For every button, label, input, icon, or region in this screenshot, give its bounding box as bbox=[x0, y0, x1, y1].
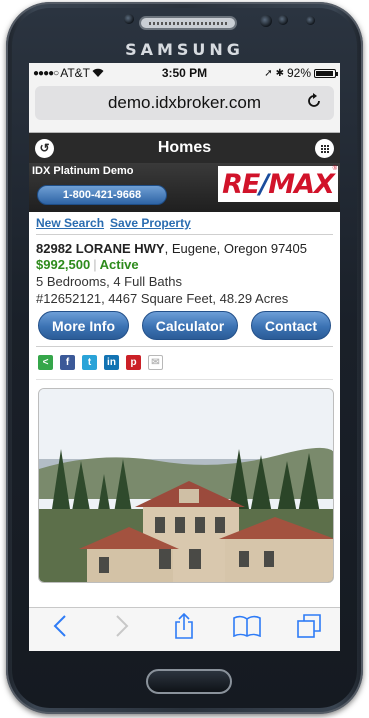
front-camera bbox=[260, 15, 272, 27]
listing-links: New Search Save Property bbox=[36, 216, 333, 235]
more-info-button[interactable]: More Info bbox=[38, 311, 129, 340]
remax-logo: RE/MAX ® bbox=[218, 166, 338, 202]
call-phone-button[interactable]: 1-800-421-9668 bbox=[37, 185, 167, 205]
linkedin-icon[interactable]: in bbox=[104, 355, 119, 370]
url-text: demo.idxbroker.com bbox=[107, 93, 262, 112]
bluetooth-icon: ✱ bbox=[275, 67, 284, 79]
battery-icon bbox=[314, 68, 338, 78]
device-brand: SAMSUNG bbox=[125, 40, 244, 59]
new-search-link[interactable]: New Search bbox=[36, 216, 104, 230]
contact-button[interactable]: Contact bbox=[250, 311, 331, 340]
listing-details: New Search Save Property 82982 LORANE HW… bbox=[29, 212, 340, 583]
listing-status: Active bbox=[99, 257, 139, 272]
browser-toolbar bbox=[29, 607, 340, 651]
listing-price: $992,500 bbox=[36, 257, 91, 272]
back-circle-icon[interactable]: ↺ bbox=[35, 139, 54, 158]
signal-icon: ●●●●○ bbox=[33, 67, 59, 79]
home-button[interactable] bbox=[146, 669, 232, 694]
agent-name: IDX Platinum Demo bbox=[32, 165, 134, 177]
forward-icon[interactable] bbox=[102, 614, 142, 645]
notification-led bbox=[306, 16, 315, 25]
listing-address: 82982 LORANE HWY, Eugene, Oregon 97405 bbox=[36, 241, 333, 256]
listing-meta: #12652121, 4467 Square Feet, 48.29 Acres bbox=[36, 291, 289, 306]
price-status-row: $992,500 | Active bbox=[36, 257, 139, 272]
calculator-button[interactable]: Calculator bbox=[141, 311, 239, 340]
clock: 3:50 PM bbox=[161, 66, 208, 80]
proximity-sensor bbox=[124, 14, 134, 24]
agent-banner: IDX Platinum Demo 1-800-421-9668 RE/MAX … bbox=[29, 163, 340, 212]
street-address: 82982 LORANE HWY bbox=[36, 241, 165, 256]
earpiece-speaker bbox=[139, 16, 237, 30]
page-title: Homes bbox=[157, 139, 212, 156]
action-buttons: More Info Calculator Contact bbox=[36, 311, 333, 347]
location-icon: ➚ bbox=[264, 67, 273, 79]
share-bar: < f t in p ✉ bbox=[36, 347, 333, 380]
save-property-link[interactable]: Save Property bbox=[110, 216, 191, 230]
city-state-zip: , Eugene, Oregon 97405 bbox=[164, 241, 307, 256]
carrier-label: AT&T bbox=[60, 66, 90, 80]
pinterest-icon[interactable]: p bbox=[126, 355, 141, 370]
back-icon[interactable] bbox=[40, 614, 80, 645]
browser-chrome: demo.idxbroker.com bbox=[29, 83, 340, 133]
status-bar: ●●●●○ AT&T 3:50 PM ➚ ✱ 92% bbox=[29, 63, 340, 83]
twitter-icon[interactable]: t bbox=[82, 355, 97, 370]
tabs-icon[interactable] bbox=[289, 614, 329, 645]
battery-percent: 92% bbox=[286, 66, 311, 80]
facebook-icon[interactable]: f bbox=[60, 355, 75, 370]
email-icon[interactable]: ✉ bbox=[148, 355, 163, 370]
beds-baths: 5 Bedrooms, 4 Full Baths bbox=[36, 274, 182, 289]
share-icon[interactable] bbox=[164, 612, 204, 646]
light-sensor bbox=[278, 15, 288, 25]
phone-screen: ●●●●○ AT&T 3:50 PM ➚ ✱ 92% demo.idxbroke… bbox=[29, 63, 340, 651]
bookmarks-icon[interactable] bbox=[227, 615, 267, 644]
grid-menu-icon[interactable] bbox=[315, 139, 334, 158]
address-bar[interactable]: demo.idxbroker.com bbox=[35, 86, 334, 120]
property-photo[interactable] bbox=[38, 388, 334, 583]
wifi-icon bbox=[92, 66, 104, 80]
share-icon[interactable]: < bbox=[38, 355, 53, 370]
reload-icon[interactable] bbox=[306, 92, 322, 115]
site-header: ↺ Homes bbox=[29, 133, 340, 163]
